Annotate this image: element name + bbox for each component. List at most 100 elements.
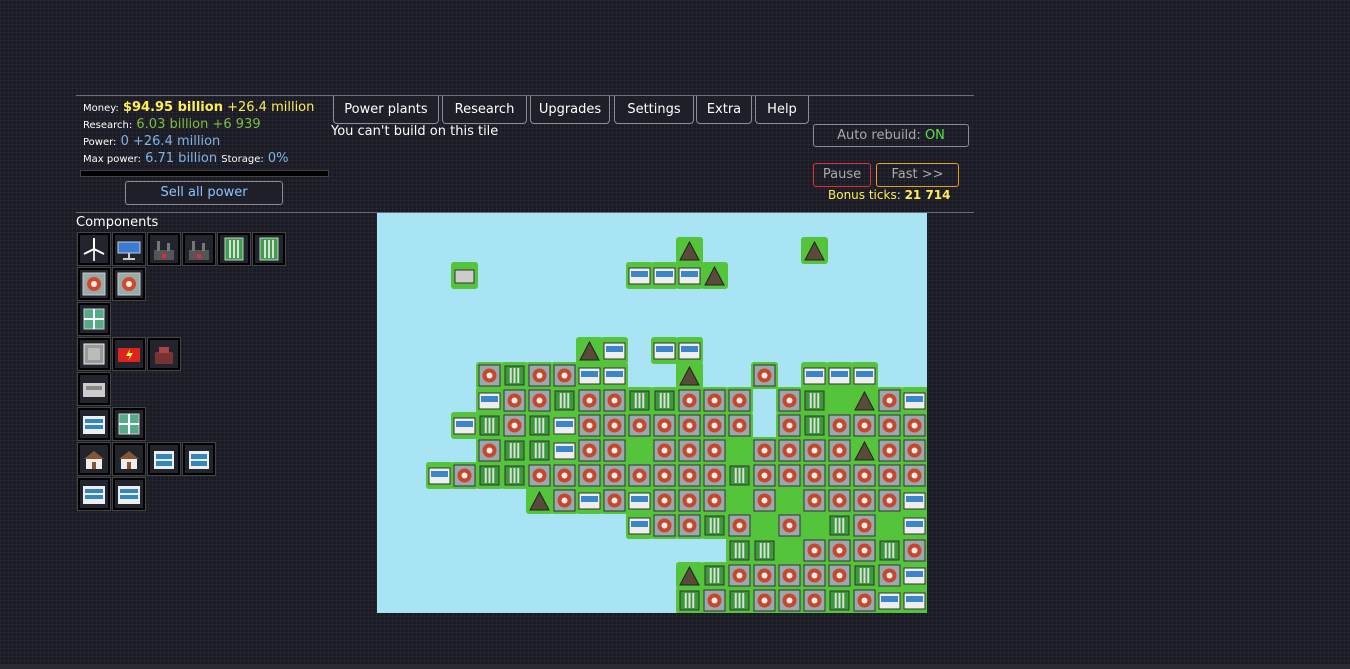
map-tile-shop[interactable] — [676, 337, 703, 364]
map-tile-heat-exchanger[interactable] — [826, 412, 853, 439]
tab-help[interactable]: Help — [755, 96, 809, 124]
map-tile-heat-exchanger[interactable] — [726, 412, 753, 439]
map-tile-grass[interactable] — [626, 437, 653, 464]
map-tile-heat-exchanger[interactable] — [701, 487, 728, 514]
map-tile-heat-exchanger[interactable] — [626, 462, 653, 489]
map-tile-heat-exchanger[interactable] — [801, 437, 828, 464]
map-tile-heat-exchanger[interactable] — [751, 462, 778, 489]
map-tile-heat-exchanger[interactable] — [676, 412, 703, 439]
map-tile-mountain[interactable] — [701, 262, 728, 289]
map-tile-water-pump[interactable] — [801, 412, 828, 439]
component-research-lab-icon[interactable] — [112, 337, 146, 371]
map-tile-heat-exchanger[interactable] — [726, 562, 753, 589]
map-tile-heat-exchanger[interactable] — [826, 562, 853, 589]
map-tile-shop[interactable] — [626, 487, 653, 514]
fast-button[interactable]: Fast >> — [876, 163, 959, 187]
map-tile-water-pump[interactable] — [876, 537, 903, 564]
map-tile-office[interactable] — [451, 262, 478, 289]
map-tile-shop[interactable] — [901, 387, 927, 414]
map-tile-mountain[interactable] — [676, 237, 703, 264]
component-office-icon[interactable] — [77, 372, 111, 406]
map-tile-mountain[interactable] — [576, 337, 603, 364]
map-tile-mountain[interactable] — [676, 362, 703, 389]
tab-settings[interactable]: Settings — [614, 96, 694, 124]
map-tile-heat-exchanger[interactable] — [651, 487, 678, 514]
map-tile-shop[interactable] — [826, 362, 853, 389]
map-tile-water-pump[interactable] — [701, 562, 728, 589]
map-tile-heat-exchanger[interactable] — [876, 412, 903, 439]
map-tile-shop[interactable] — [901, 562, 927, 589]
tab-extra[interactable]: Extra — [696, 96, 752, 124]
map-tile-shop[interactable] — [551, 437, 578, 464]
component-battery-icon[interactable] — [77, 337, 111, 371]
map-tile-heat-exchanger[interactable] — [901, 412, 927, 439]
map-tile-grass[interactable] — [776, 537, 803, 564]
map-tile-heat-exchanger[interactable] — [826, 437, 853, 464]
map-tile-heat-exchanger[interactable] — [501, 387, 528, 414]
map-tile-heat-exchanger[interactable] — [876, 562, 903, 589]
component-solar-panel-icon[interactable] — [112, 232, 146, 266]
component-shop-icon[interactable] — [147, 442, 181, 476]
map-tile-heat-exchanger[interactable] — [801, 487, 828, 514]
map-tile-heat-exchanger[interactable] — [876, 462, 903, 489]
map-tile-heat-exchanger[interactable] — [676, 512, 703, 539]
map-tile-grass[interactable] — [876, 512, 903, 539]
component-house-icon[interactable] — [112, 442, 146, 476]
map-tile-heat-exchanger[interactable] — [851, 537, 878, 564]
map-tile-heat-exchanger[interactable] — [776, 587, 803, 613]
map-tile-grass[interactable] — [726, 437, 753, 464]
map-tile-heat-exchanger[interactable] — [801, 537, 828, 564]
map-tile-heat-exchanger[interactable] — [476, 437, 503, 464]
map-tile-grass[interactable] — [726, 487, 753, 514]
map-tile-water-pump[interactable] — [551, 387, 578, 414]
map-tile-shop[interactable] — [451, 412, 478, 439]
map-tile-water-pump[interactable] — [676, 587, 703, 613]
map-tile-heat-exchanger[interactable] — [776, 512, 803, 539]
component-gas-plant-icon[interactable] — [182, 232, 216, 266]
map-tile-water-pump[interactable] — [701, 512, 728, 539]
map-tile-heat-exchanger[interactable] — [476, 362, 503, 389]
map-tile-heat-exchanger[interactable] — [701, 462, 728, 489]
map-tile-shop[interactable] — [601, 362, 628, 389]
map-tile-mountain[interactable] — [801, 237, 828, 264]
map-tile-heat-exchanger[interactable] — [901, 537, 927, 564]
component-coal-plant-icon[interactable] — [147, 232, 181, 266]
map-tile-shop[interactable] — [651, 337, 678, 364]
map-tile-grass[interactable] — [751, 512, 778, 539]
map-tile-heat-exchanger[interactable] — [601, 387, 628, 414]
game-map[interactable] — [377, 213, 927, 613]
component-heat-vent-icon[interactable] — [112, 407, 146, 441]
map-tile-heat-exchanger[interactable] — [601, 437, 628, 464]
map-tile-shop[interactable] — [901, 512, 927, 539]
component-water-pump-icon[interactable] — [217, 232, 251, 266]
map-tile-heat-exchanger[interactable] — [501, 412, 528, 439]
component-heat-exchanger-large-icon[interactable] — [112, 267, 146, 301]
map-tile-heat-exchanger[interactable] — [801, 587, 828, 613]
map-tile-water-pump[interactable] — [801, 387, 828, 414]
map-tile-shop[interactable] — [476, 387, 503, 414]
map-tile-heat-exchanger[interactable] — [776, 437, 803, 464]
pause-button[interactable]: Pause — [813, 163, 871, 187]
map-tile-water-pump[interactable] — [526, 412, 553, 439]
map-tile-water-pump[interactable] — [651, 387, 678, 414]
map-tile-heat-exchanger[interactable] — [676, 387, 703, 414]
map-tile-water-pump[interactable] — [501, 362, 528, 389]
map-tile-heat-exchanger[interactable] — [801, 462, 828, 489]
map-tile-heat-exchanger[interactable] — [451, 462, 478, 489]
map-tile-heat-exchanger[interactable] — [601, 487, 628, 514]
map-tile-heat-exchanger[interactable] — [526, 387, 553, 414]
map-tile-heat-exchanger[interactable] — [651, 462, 678, 489]
map-tile-heat-exchanger[interactable] — [901, 437, 927, 464]
map-tile-mountain[interactable] — [526, 487, 553, 514]
map-tile-heat-exchanger[interactable] — [751, 362, 778, 389]
map-tile-water-pump[interactable] — [726, 587, 753, 613]
component-water-pump-large-icon[interactable] — [252, 232, 286, 266]
map-tile-shop[interactable] — [651, 262, 678, 289]
map-tile-heat-exchanger[interactable] — [701, 412, 728, 439]
map-tile-water-pump[interactable] — [626, 387, 653, 414]
map-tile-shop[interactable] — [601, 337, 628, 364]
map-tile-heat-exchanger[interactable] — [851, 412, 878, 439]
map-tile-heat-exchanger[interactable] — [826, 487, 853, 514]
map-tile-shop[interactable] — [551, 412, 578, 439]
component-heat-exchanger-icon[interactable] — [77, 267, 111, 301]
